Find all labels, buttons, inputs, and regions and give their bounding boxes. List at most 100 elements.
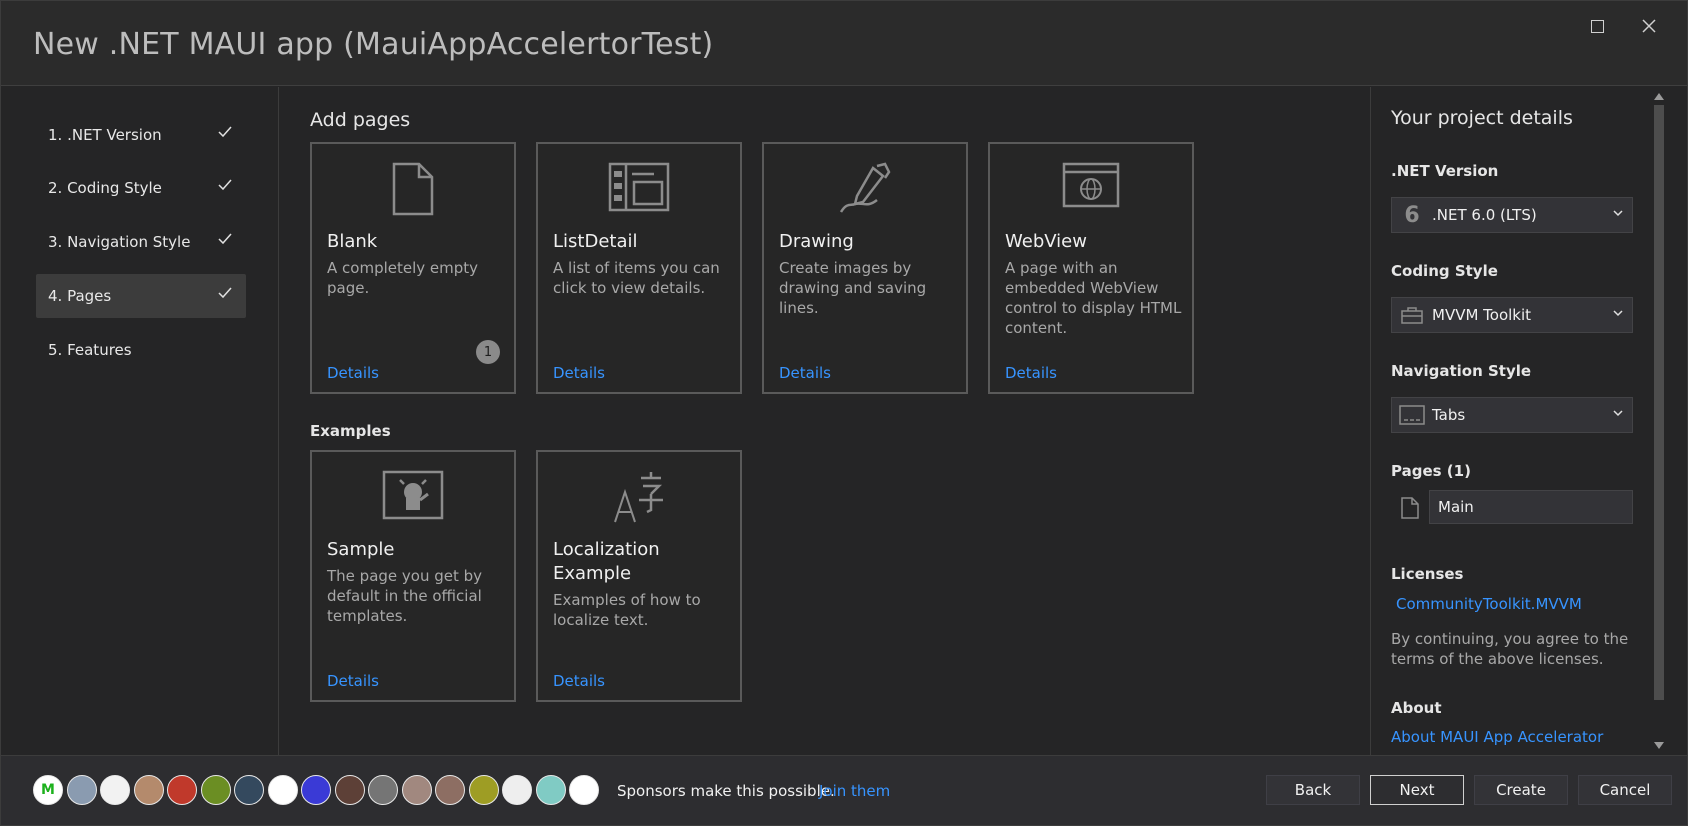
- step-label: 4. Pages: [48, 287, 112, 305]
- sponsor-avatar[interactable]: [66, 775, 97, 805]
- wizard-steps-nav: 1. .NET Version 2. Coding Style 3. Navig…: [1, 87, 279, 755]
- pages-content: Add pages Blank A completely empty page.…: [280, 87, 1370, 755]
- toolbox-icon: [1401, 307, 1423, 324]
- page-name-input[interactable]: Main: [1429, 490, 1633, 524]
- checkmark-icon: [218, 233, 232, 245]
- details-link[interactable]: Details: [327, 364, 379, 382]
- sponsor-avatar[interactable]: [100, 775, 130, 805]
- sample-bot-icon: [382, 470, 444, 520]
- sponsor-avatar[interactable]: [200, 775, 231, 805]
- examples-title: Examples: [310, 422, 391, 440]
- project-details-panel: Your project details .NET Version 6 .NET…: [1370, 87, 1668, 755]
- project-details-title: Your project details: [1391, 107, 1573, 129]
- card-description: Create images by drawing and saving line…: [779, 259, 927, 317]
- back-button[interactable]: Back: [1266, 775, 1360, 805]
- card-description: A list of items you can click to view de…: [553, 259, 720, 297]
- step-navigation-style[interactable]: 3. Navigation Style: [36, 220, 246, 264]
- navigation-style-value: Tabs: [1432, 406, 1466, 424]
- checkmark-icon: [218, 126, 232, 138]
- about-label: About: [1391, 699, 1442, 717]
- page-card-webview[interactable]: WebView A page with an embedded WebView …: [988, 142, 1194, 394]
- checkmark-icon: [218, 179, 232, 191]
- example-card-localization[interactable]: Localization Example Examples of how to …: [536, 450, 742, 702]
- sponsor-avatar[interactable]: [569, 775, 599, 805]
- add-pages-title: Add pages: [310, 109, 411, 131]
- step-pages[interactable]: 4. Pages: [36, 274, 246, 318]
- page-card-drawing[interactable]: Drawing Create images by drawing and sav…: [762, 142, 968, 394]
- sponsor-avatar[interactable]: [435, 775, 465, 805]
- sponsor-avatar[interactable]: [401, 775, 432, 805]
- scroll-up-arrow-icon[interactable]: [1654, 93, 1664, 100]
- net-version-dropdown[interactable]: 6 .NET 6.0 (LTS): [1391, 197, 1633, 233]
- coding-style-dropdown[interactable]: MVVM Toolkit: [1391, 297, 1633, 333]
- next-button[interactable]: Next: [1370, 775, 1464, 805]
- localization-icon: [614, 472, 663, 523]
- card-title: Drawing: [779, 231, 854, 252]
- footer-bar: M Sponsors make this possible. Join them…: [1, 755, 1687, 825]
- net-version-label: .NET Version: [1391, 162, 1499, 180]
- step-coding-style[interactable]: 2. Coding Style: [36, 166, 246, 210]
- sponsor-avatar[interactable]: [502, 775, 532, 805]
- details-link[interactable]: Details: [1005, 364, 1057, 382]
- card-description: Examples of how to localize text.: [553, 591, 701, 629]
- card-title: Localization Example: [553, 539, 660, 584]
- page-icon: [1401, 497, 1419, 519]
- cancel-button[interactable]: Cancel: [1578, 775, 1672, 805]
- page-card-listdetail[interactable]: ListDetail A list of items you can click…: [536, 142, 742, 394]
- scroll-down-arrow-icon[interactable]: [1654, 742, 1664, 749]
- window-title: New .NET MAUI app (MauiAppAccelertorTest…: [33, 27, 714, 62]
- example-card-sample[interactable]: Sample The page you get by default in th…: [310, 450, 516, 702]
- sponsor-avatar[interactable]: [368, 775, 398, 805]
- card-title: Blank: [327, 231, 378, 252]
- sponsor-avatar[interactable]: [234, 775, 264, 805]
- drawing-pen-icon: [839, 162, 891, 213]
- chevron-down-icon: [1613, 310, 1623, 317]
- card-title: ListDetail: [553, 231, 638, 252]
- chevron-down-icon: [1613, 210, 1623, 217]
- tabs-icon: [1399, 405, 1425, 425]
- step-label: 3. Navigation Style: [48, 233, 191, 251]
- step-label: 1. .NET Version: [48, 126, 162, 144]
- sponsor-avatar[interactable]: [267, 775, 298, 805]
- join-sponsors-link[interactable]: Join them: [819, 782, 890, 800]
- details-link[interactable]: Details: [553, 364, 605, 382]
- card-description: The page you get by default in the offic…: [327, 567, 483, 625]
- chevron-down-icon: [1613, 410, 1623, 417]
- list-detail-icon: [608, 162, 670, 212]
- details-link[interactable]: Details: [553, 672, 605, 690]
- sponsor-avatar[interactable]: [301, 775, 331, 805]
- sponsor-avatars: M: [33, 775, 603, 805]
- sponsor-avatar[interactable]: [133, 775, 164, 805]
- step-label: 2. Coding Style: [48, 179, 162, 197]
- page-count-badge: 1: [476, 340, 500, 364]
- step-net-version[interactable]: 1. .NET Version: [36, 113, 246, 157]
- sponsor-avatar[interactable]: [334, 775, 365, 805]
- close-icon: [1642, 19, 1656, 33]
- create-button[interactable]: Create: [1474, 775, 1568, 805]
- sponsor-avatar[interactable]: M: [33, 775, 63, 805]
- title-bar: New .NET MAUI app (MauiAppAccelertorTest…: [1, 1, 1687, 86]
- step-label: 5. Features: [48, 341, 132, 359]
- license-link[interactable]: CommunityToolkit.MVVM: [1396, 595, 1582, 613]
- scrollbar-thumb[interactable]: [1654, 105, 1664, 700]
- card-description: A page with an embedded WebView control …: [1005, 259, 1182, 337]
- net-version-icon: 6: [1404, 202, 1420, 228]
- details-link[interactable]: Details: [779, 364, 831, 382]
- card-description: A completely empty page.: [327, 259, 479, 297]
- sponsor-avatar[interactable]: [468, 775, 499, 805]
- maximize-button[interactable]: [1577, 11, 1617, 41]
- license-agreement-text: By continuing, you agree to the terms of…: [1391, 630, 1629, 668]
- wizard-window: New .NET MAUI app (MauiAppAccelertorTest…: [0, 0, 1688, 826]
- close-button[interactable]: [1629, 11, 1669, 41]
- sponsor-avatar[interactable]: [535, 775, 566, 805]
- sponsor-avatar[interactable]: [167, 775, 197, 805]
- about-link[interactable]: About MAUI App Accelerator: [1391, 728, 1603, 746]
- step-features[interactable]: 5. Features: [36, 328, 246, 372]
- navigation-style-dropdown[interactable]: Tabs: [1391, 397, 1633, 433]
- card-title: WebView: [1005, 231, 1087, 252]
- details-link[interactable]: Details: [327, 672, 379, 690]
- webview-globe-icon: [1062, 162, 1120, 208]
- page-card-blank[interactable]: Blank A completely empty page. 1 Details: [310, 142, 516, 394]
- coding-style-label: Coding Style: [1391, 262, 1498, 280]
- details-scrollbar[interactable]: [1650, 87, 1668, 755]
